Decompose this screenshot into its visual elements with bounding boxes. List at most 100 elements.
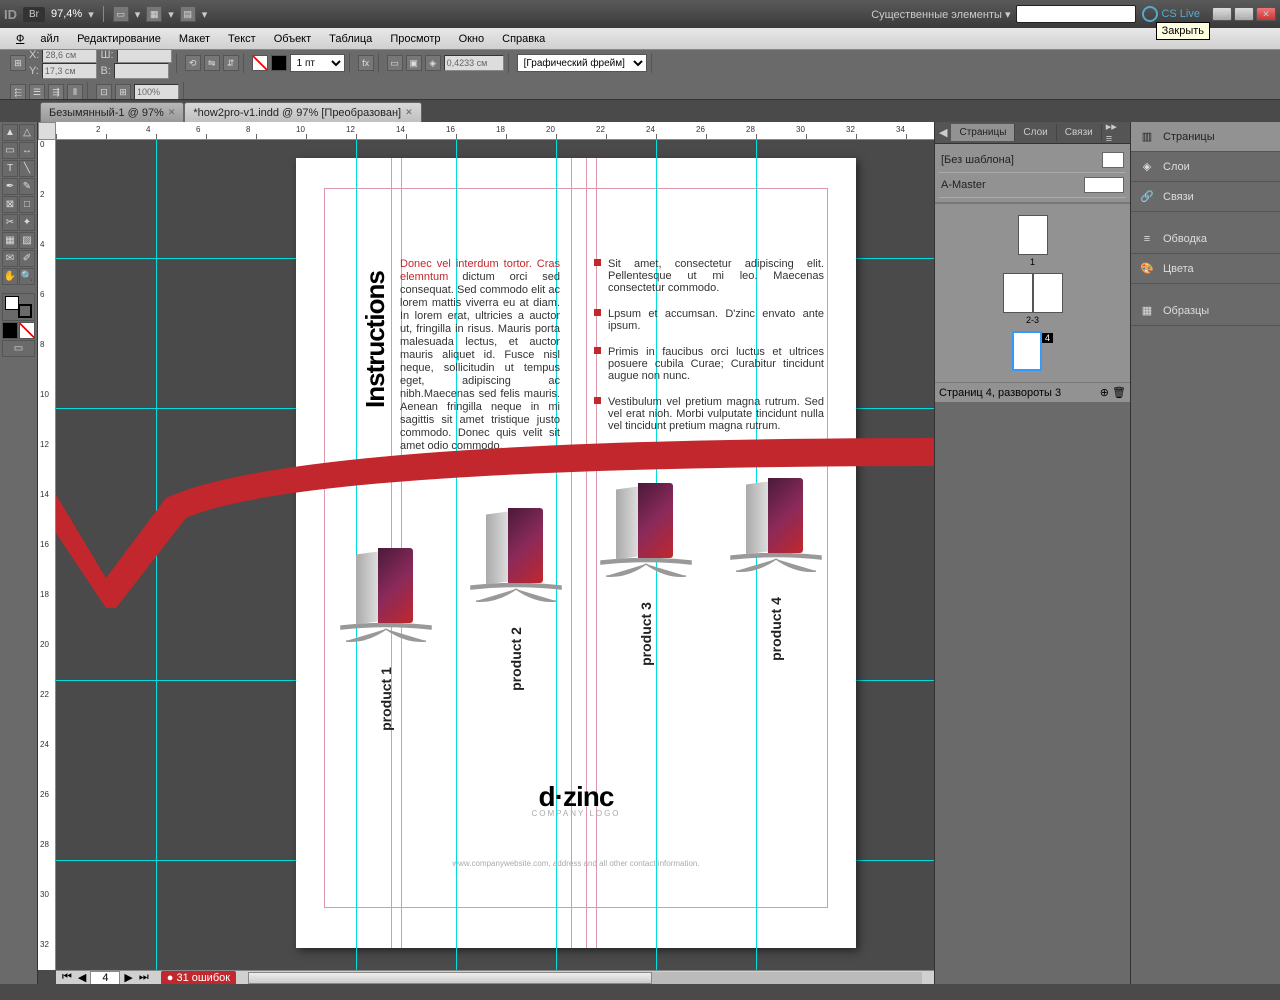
rectangle-frame-tool[interactable]: ⊠ <box>2 196 18 213</box>
stroke-weight-input[interactable]: 1 пт <box>290 54 345 72</box>
page-thumb[interactable]: 1 <box>1018 215 1048 267</box>
page-tool[interactable]: ▭ <box>2 142 18 159</box>
fill-stroke-toggle[interactable] <box>2 293 35 321</box>
wrap-offset-input[interactable] <box>444 55 504 71</box>
close-button[interactable]: ✕ <box>1256 7 1276 21</box>
apply-color-icon[interactable] <box>2 322 18 339</box>
rectangle-tool[interactable]: □ <box>19 196 35 213</box>
panel-menu-icon[interactable]: ▸▸ ≡ <box>1102 120 1130 145</box>
view-options-button[interactable]: ▤ <box>180 6 196 22</box>
flip-v-icon[interactable]: ⇵ <box>223 55 239 71</box>
rpanel-swatches[interactable]: ▦Образцы <box>1131 296 1280 326</box>
rpanel-color[interactable]: 🎨Цвета <box>1131 254 1280 284</box>
pencil-tool[interactable]: ✎ <box>19 178 35 195</box>
menu-window[interactable]: Окно <box>451 31 493 47</box>
scale-input[interactable] <box>134 84 179 100</box>
next-page-button[interactable]: ▶ <box>122 971 134 984</box>
x-input[interactable] <box>42 50 97 63</box>
delete-page-button[interactable]: 🗑 <box>1112 387 1126 399</box>
w-input[interactable] <box>117 50 172 63</box>
prev-page-button[interactable]: ◀ <box>76 971 88 984</box>
panel-tab-layers[interactable]: Слои <box>1015 124 1056 141</box>
bridge-button[interactable]: Br <box>23 7 45 22</box>
current-page-input[interactable] <box>90 971 120 985</box>
rpanel-layers[interactable]: ◈Слои <box>1131 152 1280 182</box>
panel-tab-links[interactable]: Связи <box>1057 124 1102 141</box>
distribute-icon[interactable]: ⫴ <box>67 84 83 100</box>
dropdown-icon[interactable]: ▾ <box>88 8 94 21</box>
workspace-switcher[interactable]: Существенные элементы ▾ <box>871 8 1010 21</box>
gradient-feather-tool[interactable]: ▨ <box>19 232 35 249</box>
page-thumb[interactable]: 2-3 <box>1003 273 1063 325</box>
minimize-button[interactable]: — <box>1212 7 1232 21</box>
ruler-horizontal[interactable]: 0246810121416182022242628303234363840424… <box>56 122 934 140</box>
flip-h-icon[interactable]: ⇋ <box>204 55 220 71</box>
screen-mode-button[interactable]: ▭ <box>113 6 129 22</box>
document-tab[interactable]: *how2pro-v1.indd @ 97% [Преобразован]✕ <box>184 102 421 122</box>
rotate-icon[interactable]: ⟲ <box>185 55 201 71</box>
zoom-tool[interactable]: 🔍 <box>19 268 35 285</box>
scrollbar-horizontal[interactable] <box>248 972 922 984</box>
document-tabs: Безымянный-1 @ 97%✕ *how2pro-v1.indd @ 9… <box>0 100 1280 122</box>
ruler-origin[interactable] <box>38 122 56 140</box>
maximize-button[interactable]: □ <box>1234 7 1254 21</box>
menu-text[interactable]: Текст <box>220 31 264 47</box>
eyedropper-tool[interactable]: ✐ <box>19 250 35 267</box>
master-a[interactable]: A-Master <box>939 173 1126 198</box>
apply-none-icon[interactable] <box>19 322 35 339</box>
fit-frame-icon[interactable]: ⊞ <box>115 84 131 100</box>
menu-edit[interactable]: Редактирование <box>69 31 169 47</box>
menu-view[interactable]: Просмотр <box>382 31 448 47</box>
selection-tool[interactable]: ▲ <box>2 124 18 141</box>
menu-help[interactable]: Справка <box>494 31 553 47</box>
panel-tab-pages[interactable]: Страницы <box>951 124 1015 141</box>
wrap-bbox-icon[interactable]: ▣ <box>406 55 422 71</box>
align-left-icon[interactable]: ⬱ <box>10 84 26 100</box>
page-thumb[interactable]: 4 <box>1012 331 1053 371</box>
menu-table[interactable]: Таблица <box>321 31 380 47</box>
wrap-shape-icon[interactable]: ◈ <box>425 55 441 71</box>
document-tab[interactable]: Безымянный-1 @ 97%✕ <box>40 102 184 122</box>
pen-tool[interactable]: ✒ <box>2 178 18 195</box>
search-input[interactable] <box>1016 5 1136 23</box>
zoom-display[interactable]: 97,4% <box>51 8 82 20</box>
transform-tool[interactable]: ✦ <box>19 214 35 231</box>
align-right-icon[interactable]: ⇶ <box>48 84 64 100</box>
panel-collapse-icon[interactable]: ◀ <box>935 126 951 139</box>
fit-content-icon[interactable]: ⊡ <box>96 84 112 100</box>
view-mode-toggle[interactable]: ▭ <box>2 340 35 357</box>
object-style-select[interactable]: [Графический фрейм] <box>517 54 647 72</box>
align-center-icon[interactable]: ☰ <box>29 84 45 100</box>
preflight-errors[interactable]: ● 31 ошибок <box>161 971 236 985</box>
menu-layout[interactable]: Макет <box>171 31 218 47</box>
page[interactable]: Instructions Donec vel interdum tortor. … <box>296 158 856 948</box>
gradient-tool[interactable]: ▦ <box>2 232 18 249</box>
fill-icon[interactable] <box>252 55 268 71</box>
first-page-button[interactable]: ⏮ <box>60 971 74 984</box>
wrap-none-icon[interactable]: ▭ <box>387 55 403 71</box>
direct-selection-tool[interactable]: △ <box>19 124 35 141</box>
cslive-button[interactable]: CS Live <box>1142 6 1200 22</box>
last-page-button[interactable]: ⏭ <box>137 971 151 984</box>
gap-tool[interactable]: ↔ <box>19 142 35 159</box>
close-tab-icon[interactable]: ✕ <box>168 107 176 118</box>
master-none[interactable]: [Без шаблона] <box>939 148 1126 173</box>
new-page-button[interactable]: ⊕ <box>1100 387 1109 399</box>
canvas[interactable]: 0246810121416182022242628303234363840424… <box>38 122 934 984</box>
arrange-button[interactable]: ▦ <box>146 6 162 22</box>
scissors-tool[interactable]: ✂ <box>2 214 18 231</box>
effects-icon[interactable]: fx <box>358 55 374 71</box>
rpanel-pages[interactable]: ▥Страницы <box>1131 122 1280 152</box>
reference-point-icon[interactable]: ⊞ <box>10 55 26 71</box>
stroke-icon[interactable] <box>271 55 287 71</box>
ruler-vertical[interactable]: 02468101214161820222426283032343638 <box>38 140 56 970</box>
close-tab-icon[interactable]: ✕ <box>405 107 413 118</box>
line-tool[interactable]: ╲ <box>19 160 35 177</box>
menu-file[interactable]: Файл <box>8 31 67 47</box>
note-tool[interactable]: ✉ <box>2 250 18 267</box>
hand-tool[interactable]: ✋ <box>2 268 18 285</box>
type-tool[interactable]: T <box>2 160 18 177</box>
menu-object[interactable]: Объект <box>266 31 319 47</box>
rpanel-links[interactable]: 🔗Связи <box>1131 182 1280 212</box>
rpanel-stroke[interactable]: ≡Обводка <box>1131 224 1280 254</box>
